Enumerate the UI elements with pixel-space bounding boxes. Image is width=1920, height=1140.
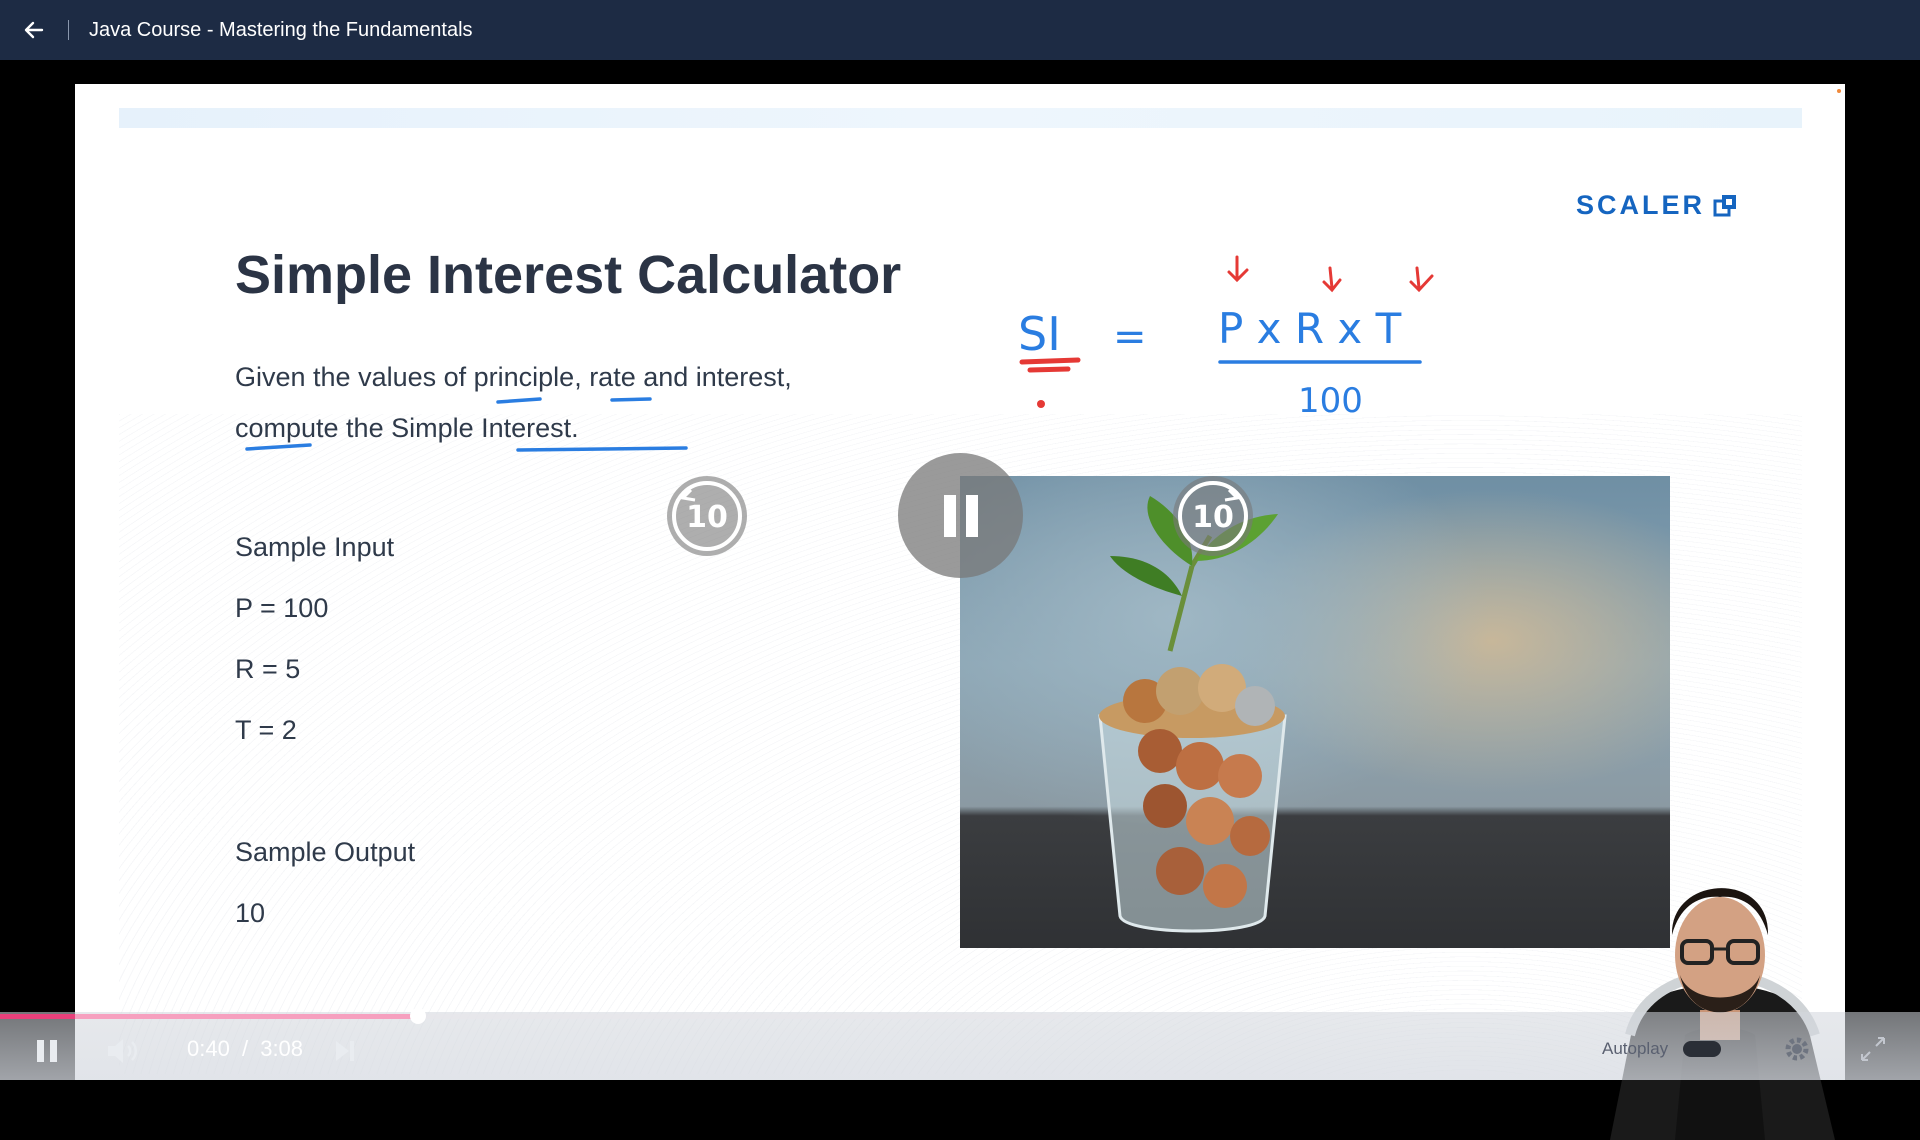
time-separator: / <box>241 1036 249 1061</box>
video-player[interactable]: SCALER Simple Interest Calculator Given … <box>0 60 1920 1140</box>
annotation-eq: = <box>1113 314 1147 360</box>
progress-fill <box>75 1014 418 1019</box>
annotation-denominator: 100 <box>1298 381 1363 421</box>
annotation-underline-red <box>1019 357 1081 373</box>
annotation-dot <box>1037 400 1045 408</box>
annotation-arrow-p <box>1227 255 1249 283</box>
progress-buffered <box>0 1014 75 1019</box>
back-arrow-icon[interactable] <box>16 12 52 48</box>
forward-seconds: 10 <box>1192 500 1234 535</box>
top-bar: Java Course - Mastering the Fundamentals <box>0 0 1920 60</box>
annotation-arrow-t <box>1409 266 1434 293</box>
fullscreen-icon[interactable] <box>1858 1034 1888 1069</box>
divider <box>68 20 69 40</box>
pause-icon[interactable] <box>34 1038 60 1069</box>
center-pause-button[interactable] <box>898 453 1023 578</box>
progress-thumb[interactable] <box>410 1008 426 1024</box>
autoplay-label: Autoplay <box>1602 1039 1669 1058</box>
volume-icon[interactable] <box>105 1036 141 1071</box>
settings-gear-icon[interactable] <box>1782 1034 1812 1069</box>
next-icon[interactable] <box>333 1038 357 1069</box>
annotation-numerator: P x R x T <box>1218 304 1402 353</box>
autoplay-toggle[interactable] <box>1683 1041 1721 1057</box>
presenter-video <box>1590 835 1850 1140</box>
course-title: Java Course - Mastering the Fundamentals <box>89 18 473 41</box>
forward-10-icon[interactable]: 10 <box>1173 476 1253 556</box>
pause-icon <box>943 494 978 537</box>
time-display: 0:40 / 3:08 <box>187 1036 303 1062</box>
annotation-arrow-r <box>1322 266 1342 293</box>
rewind-seconds: 10 <box>686 500 728 535</box>
description-underlines <box>245 397 688 452</box>
duration: 3:08 <box>260 1036 304 1061</box>
rewind-10-icon[interactable]: 10 <box>667 476 747 556</box>
annotation-lhs: SI <box>1018 307 1061 361</box>
current-time: 0:40 <box>187 1036 230 1061</box>
